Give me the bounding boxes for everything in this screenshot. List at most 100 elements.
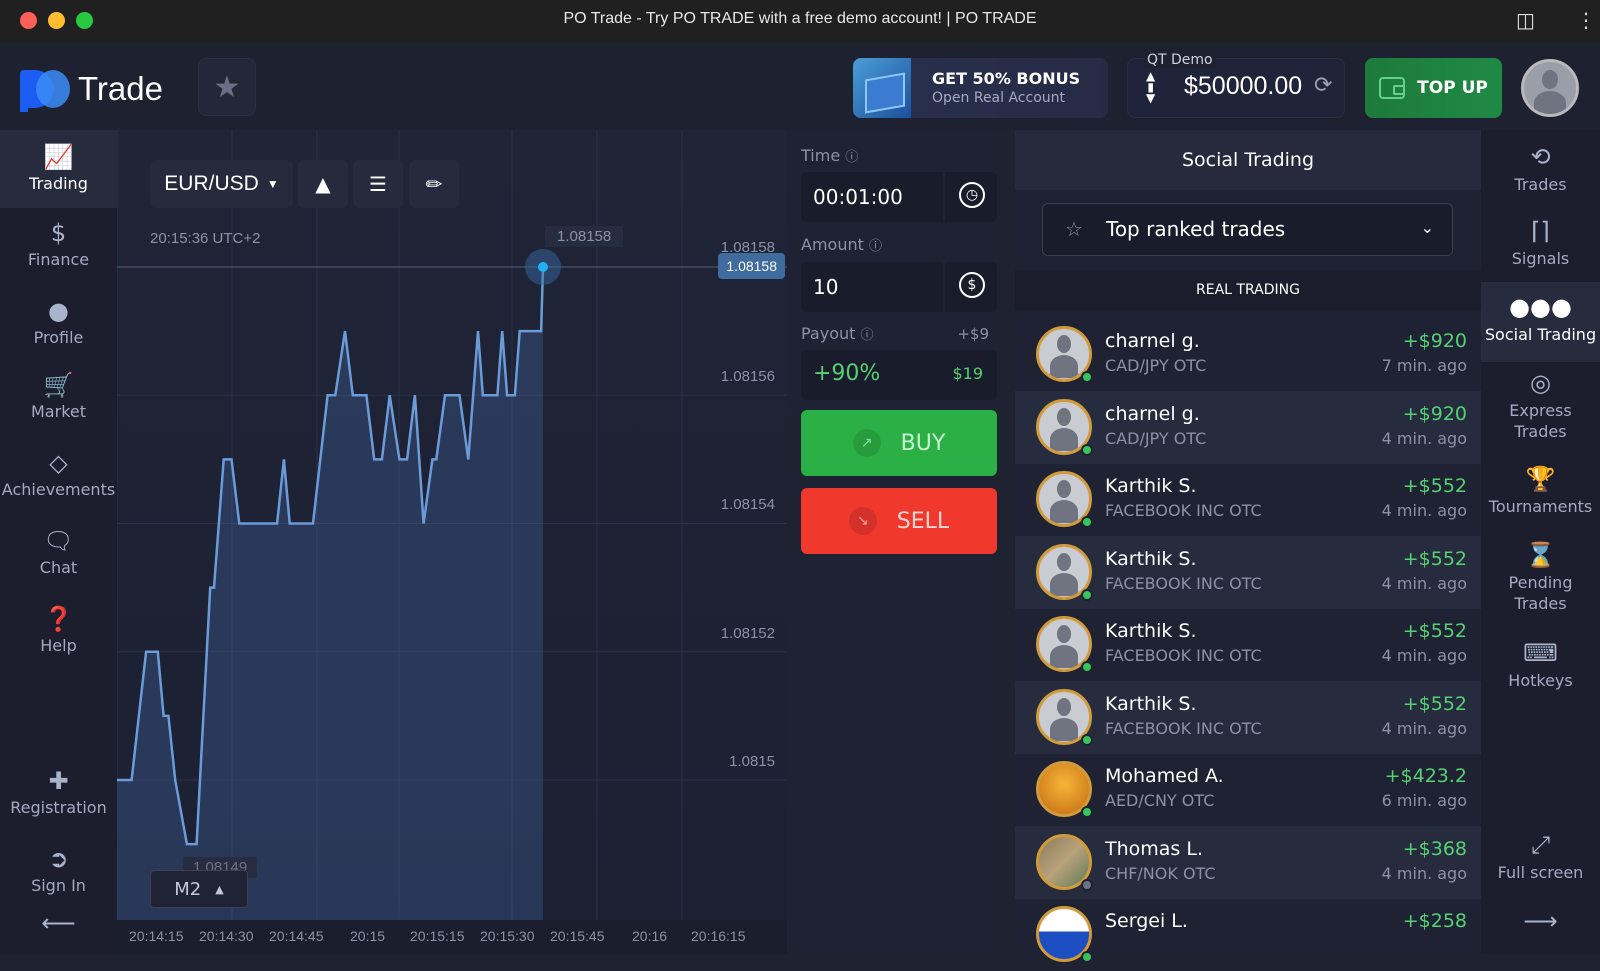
online-status-indicator [1081,951,1093,963]
nav-full-screen[interactable]: ⤢ Full screen [1481,830,1600,883]
trade-asset: FACEBOOK INC OTC [1105,718,1262,738]
x-tick: 20:14:30 [199,928,254,944]
help-icon[interactable]: ⓘ [869,239,882,254]
nav-express-trades[interactable]: ◎ Express Trades [1481,368,1600,442]
y-tick: 1.0815 [729,753,775,770]
trade-profit: +$552 [1402,692,1467,715]
time-input[interactable]: 00:01:00 ◷ [801,172,997,222]
pair-selector[interactable]: EUR/USD ▼ [150,160,293,208]
account-balance: $50000.00 [1184,72,1303,100]
buy-button[interactable]: ↗ BUY [801,410,997,476]
help-icon[interactable]: ⓘ [845,150,858,165]
trade-row[interactable]: Sergei L. +$258 [1015,898,1481,971]
trade-time-ago: 4 min. ago [1381,863,1467,883]
nav-registration[interactable]: ✚ Registration [0,766,117,817]
help-icon[interactable]: ⓘ [861,328,874,343]
trade-asset: FACEBOOK INC OTC [1105,501,1262,520]
clock-icon[interactable]: ◷ [959,182,985,208]
sell-button[interactable]: ↘ SELL [801,488,997,554]
collapse-right-button[interactable]: ⟶ [1481,906,1600,936]
more-menu-icon[interactable]: ⋮ [1576,8,1596,32]
trade-row[interactable]: Karthik S. FACEBOOK INC OTC +$552 4 min. ag… [1015,608,1481,681]
logo[interactable]: Trade [18,68,163,112]
bonus-banner[interactable]: GET 50% BONUS Open Real Account [853,58,1108,118]
price-chart[interactable]: EUR/USD ▼ ▲ ☰ ✏ 20:15:36 UTC+2 1.08158 1… [117,130,787,954]
trader-name: Karthik S. [1105,547,1197,570]
arrow-down-right-icon: ↘ [848,507,877,535]
antenna-icon: ⌈⌉ [1531,217,1550,245]
nav-label: Chat [39,558,78,577]
x-tick: 20:16:15 [691,928,746,944]
trade-row[interactable]: Karthik S. FACEBOOK INC OTC +$552 4 min. ag… [1015,680,1481,754]
top-up-button[interactable]: TOP UP [1365,58,1502,118]
timeframe-selector[interactable]: M2 ▲ [150,870,248,908]
star-outline-icon: ☆ [1065,217,1083,241]
trade-profit: +$368 [1402,837,1467,860]
x-tick: 20:16 [632,928,668,944]
nav-tournaments[interactable]: 🏆 Tournaments [1481,464,1600,517]
user-silhouette-icon [1046,552,1082,597]
extension-icon[interactable]: ◫ [1516,8,1535,32]
nav-chat[interactable]: 🗨 Chat [0,526,117,577]
nav-label: Achievements [1,480,116,499]
chart-line-icon: 📈 [43,143,74,171]
arrow-right-icon: ⟶ [1523,907,1558,935]
dollar-icon: $ [50,219,67,247]
trader-name: charnel g. [1105,330,1200,352]
user-silhouette-icon [1046,625,1082,669]
trade-asset: CHF/NOK OTC [1105,863,1216,883]
nav-label: Trades [1514,175,1567,194]
cart-icon: 🛒 [43,371,74,399]
trade-time-ago: 4 min. ago [1381,501,1467,520]
nav-signals[interactable]: ⌈⌉ Signals [1481,216,1600,269]
amount-value: 10 [813,275,839,299]
nav-pending-trades[interactable]: ⌛ Pending Trades [1481,540,1600,614]
trades-filter-dropdown[interactable]: ☆ Top ranked trades ⌄ [1042,203,1453,256]
nav-label: Sign In [31,876,86,895]
nav-social-trading[interactable]: ●●● Social Trading [1481,282,1600,362]
chart-canvas[interactable] [117,130,787,920]
payout-display: +90% $19 [801,350,997,400]
nav-finance[interactable]: $ Finance [0,218,117,269]
trader-name: charnel g. [1105,402,1200,425]
collapse-left-button[interactable]: ⟵ [0,908,117,938]
refresh-balance-icon[interactable]: ⟳ [1314,73,1332,98]
user-icon: ● [48,297,69,325]
online-status-indicator [1081,806,1093,818]
nav-achievements[interactable]: ◇ Achievements [0,448,117,499]
current-price-badge: 1.08158 [718,253,785,279]
nav-help[interactable]: ❓ Help [0,604,117,655]
trophy-icon: 🏆 [1525,465,1556,493]
x-tick: 20:15:30 [480,928,535,944]
trade-row[interactable]: Karthik S. FACEBOOK INC OTC +$552 4 min. ag… [1015,535,1481,609]
user-avatar[interactable] [1521,59,1579,117]
currency-icon[interactable]: $ [959,272,985,298]
amount-input[interactable]: 10 $ [801,262,997,312]
y-tick: 1.08156 [720,368,775,385]
nav-market[interactable]: 🛒 Market [0,370,117,421]
trade-row[interactable]: Karthik S. FACEBOOK INC OTC +$552 4 min. ag… [1015,463,1481,536]
bonus-title: GET 50% BONUS [932,69,1081,88]
nav-profile[interactable]: ● Profile [0,296,117,347]
y-tick: 1.08152 [720,625,775,642]
nav-hotkeys[interactable]: ⌨ Hotkeys [1481,638,1600,691]
drawing-tools-button[interactable]: ✏ [409,160,459,208]
payout-profit: +$9 [957,325,989,343]
amount-label: Amount ⓘ [801,235,882,254]
trade-profit: +$552 [1402,475,1467,497]
target-icon: ◎ [1530,369,1551,397]
chart-type-button[interactable]: ▲ [298,160,348,208]
trade-row[interactable]: Thomas L. CHF/NOK OTC +$368 4 min. ago [1015,825,1481,899]
nav-label: Trading [29,174,88,193]
nav-trading[interactable]: 📈 Trading [0,130,117,208]
trade-row[interactable]: Mohamed A. AED/CNY OTC +$423.2 6 min. ago [1015,753,1481,826]
indicators-button[interactable]: ☰ [353,160,403,208]
favorites-button[interactable]: ★ [198,58,256,116]
users-icon: ●●● [1509,293,1572,321]
trade-row[interactable]: charnel g. CAD/JPY OTC +$920 4 min. ago [1015,390,1481,464]
trade-row[interactable]: charnel g. CAD/JPY OTC +$920 7 min. ago [1015,318,1481,391]
trader-name: Thomas L. [1105,837,1203,860]
nav-sign-in[interactable]: ➲ Sign In [0,844,117,895]
nav-label: Express Trades [1509,401,1572,441]
nav-trades[interactable]: ⟲ Trades [1481,142,1600,195]
